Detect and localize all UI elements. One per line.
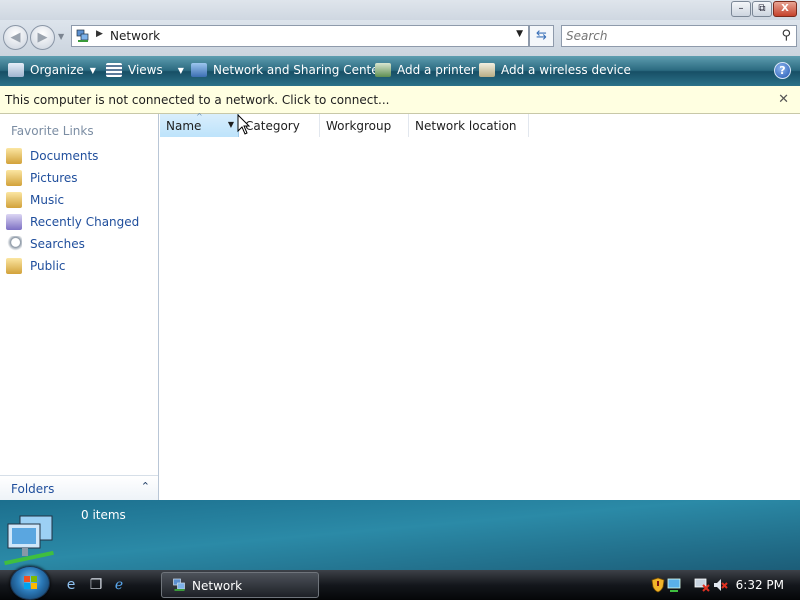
title-bar: – ⧉ X [0, 0, 800, 20]
column-header-name[interactable]: Name ^ ▼ [160, 112, 239, 137]
search-input[interactable] [566, 28, 771, 44]
system-tray: 6:32 PM [648, 570, 800, 600]
folders-toggle[interactable]: Folders ⌃ [0, 475, 158, 500]
music-icon [6, 192, 22, 208]
network-sharing-icon [191, 63, 207, 77]
nav-link-searches[interactable]: Searches [6, 234, 85, 254]
chevron-down-icon: ▼ [89, 65, 96, 75]
close-icon[interactable]: ✕ [778, 92, 789, 107]
nav-link-label: Searches [30, 237, 85, 251]
public-icon [6, 258, 22, 274]
column-label: Category [245, 119, 300, 133]
nav-link-pictures[interactable]: Pictures [6, 168, 78, 188]
recent-pages-dropdown[interactable]: ▼ [58, 32, 64, 41]
column-header-network-location[interactable]: Network location [409, 114, 529, 137]
network-sharing-center-button[interactable]: Network and Sharing Center [191, 63, 384, 77]
organize-icon [8, 63, 24, 77]
printer-icon [375, 63, 391, 77]
nav-link-label: Recently Changed [30, 215, 140, 229]
refresh-icon: ⇆ [536, 28, 547, 43]
sort-ascending-icon: ^ [196, 112, 203, 121]
views-button[interactable]: Views ▼ [106, 63, 184, 77]
ie-quick-launch-icon[interactable]: e [63, 577, 79, 593]
start-button[interactable] [10, 566, 50, 600]
internet-explorer-icon[interactable]: ℯ [111, 577, 127, 593]
help-button[interactable]: ? [774, 62, 791, 79]
wireless-device-icon [479, 63, 495, 77]
taskbar-item-label: Network [192, 579, 243, 593]
nav-link-label: Music [30, 193, 65, 207]
taskbar: e ❐ ℯ Network 6:32 PM [0, 566, 800, 600]
nav-link-label: Pictures [30, 171, 78, 185]
column-label: Workgroup [326, 119, 392, 133]
security-shield-icon[interactable] [650, 577, 666, 593]
windows-logo-icon [24, 576, 37, 589]
info-bar-message[interactable]: This computer is not connected to a netw… [5, 93, 389, 107]
nav-link-documents[interactable]: Documents [6, 146, 98, 166]
views-icon [106, 63, 122, 77]
nav-link-public[interactable]: Public [6, 256, 66, 276]
address-row: ◀ ▶ ▼ ▶ Network ▼ ⇆ ⚲ [0, 20, 800, 56]
taskbar-item-network[interactable]: Network [161, 572, 319, 598]
address-bar[interactable]: ▶ Network ▼ [71, 25, 529, 47]
close-button[interactable]: X [773, 1, 797, 17]
item-count: 0 items [81, 508, 126, 522]
folders-label: Folders [11, 482, 55, 496]
recently-changed-icon [6, 214, 22, 230]
switch-windows-icon[interactable]: ❐ [88, 577, 104, 593]
minimize-button[interactable]: – [731, 1, 751, 17]
chevron-down-icon: ▼ [177, 65, 184, 75]
views-label: Views [128, 63, 163, 77]
column-header-category[interactable]: Category [239, 114, 320, 137]
command-bar: Organize ▼ Views ▼ Network and Sharing C… [0, 56, 800, 86]
back-arrow-icon: ◀ [10, 30, 21, 45]
breadcrumb-separator-icon[interactable]: ▶ [96, 29, 103, 39]
forward-button[interactable]: ▶ [30, 25, 55, 50]
column-label: Network location [415, 119, 517, 133]
clock[interactable]: 6:32 PM [736, 578, 784, 592]
nav-link-label: Public [30, 259, 66, 273]
info-bar[interactable]: This computer is not connected to a netw… [0, 86, 800, 114]
add-wireless-label: Add a wireless device [501, 63, 631, 77]
navigation-pane: Favorite Links Documents Pictures Music … [0, 114, 159, 500]
network-sharing-label: Network and Sharing Center [213, 63, 384, 77]
searches-icon [6, 236, 22, 252]
search-icon[interactable]: ⚲ [781, 28, 791, 43]
nav-link-recently-changed[interactable]: Recently Changed [6, 212, 139, 232]
add-printer-label: Add a printer [397, 63, 476, 77]
back-button[interactable]: ◀ [3, 25, 28, 50]
search-box[interactable]: ⚲ [561, 25, 797, 47]
nav-link-music[interactable]: Music [6, 190, 64, 210]
nav-link-label: Documents [30, 149, 99, 163]
address-dropdown-icon[interactable]: ▼ [516, 29, 523, 39]
window-controls: – ⧉ X [731, 1, 797, 17]
documents-icon [6, 148, 22, 164]
chevron-up-icon: ⌃ [140, 480, 150, 493]
favorite-links-header: Favorite Links [11, 124, 94, 138]
file-list[interactable]: Name ^ ▼ Category Workgroup Network loca… [160, 112, 800, 500]
network-disconnected-icon[interactable] [694, 577, 710, 593]
organize-button[interactable]: Organize ▼ [8, 63, 96, 77]
network-computers-icon [4, 515, 54, 566]
pictures-icon [6, 170, 22, 186]
add-wireless-device-button[interactable]: Add a wireless device [479, 63, 631, 77]
mouse-cursor-icon [237, 114, 251, 135]
breadcrumb[interactable]: Network [110, 29, 160, 43]
maximize-button[interactable]: ⧉ [752, 1, 772, 17]
column-label: Name [166, 119, 202, 133]
details-pane: 0 items [0, 500, 800, 570]
network-icon [173, 578, 185, 591]
refresh-button[interactable]: ⇆ [529, 25, 554, 47]
volume-muted-icon[interactable] [712, 577, 728, 593]
add-printer-button[interactable]: Add a printer [375, 63, 476, 77]
network-status-icon[interactable] [666, 577, 682, 593]
forward-arrow-icon: ▶ [37, 30, 48, 45]
organize-label: Organize [30, 63, 84, 77]
column-dropdown-icon[interactable]: ▼ [224, 114, 238, 137]
network-icon [76, 29, 89, 42]
column-header-workgroup[interactable]: Workgroup [320, 114, 409, 137]
